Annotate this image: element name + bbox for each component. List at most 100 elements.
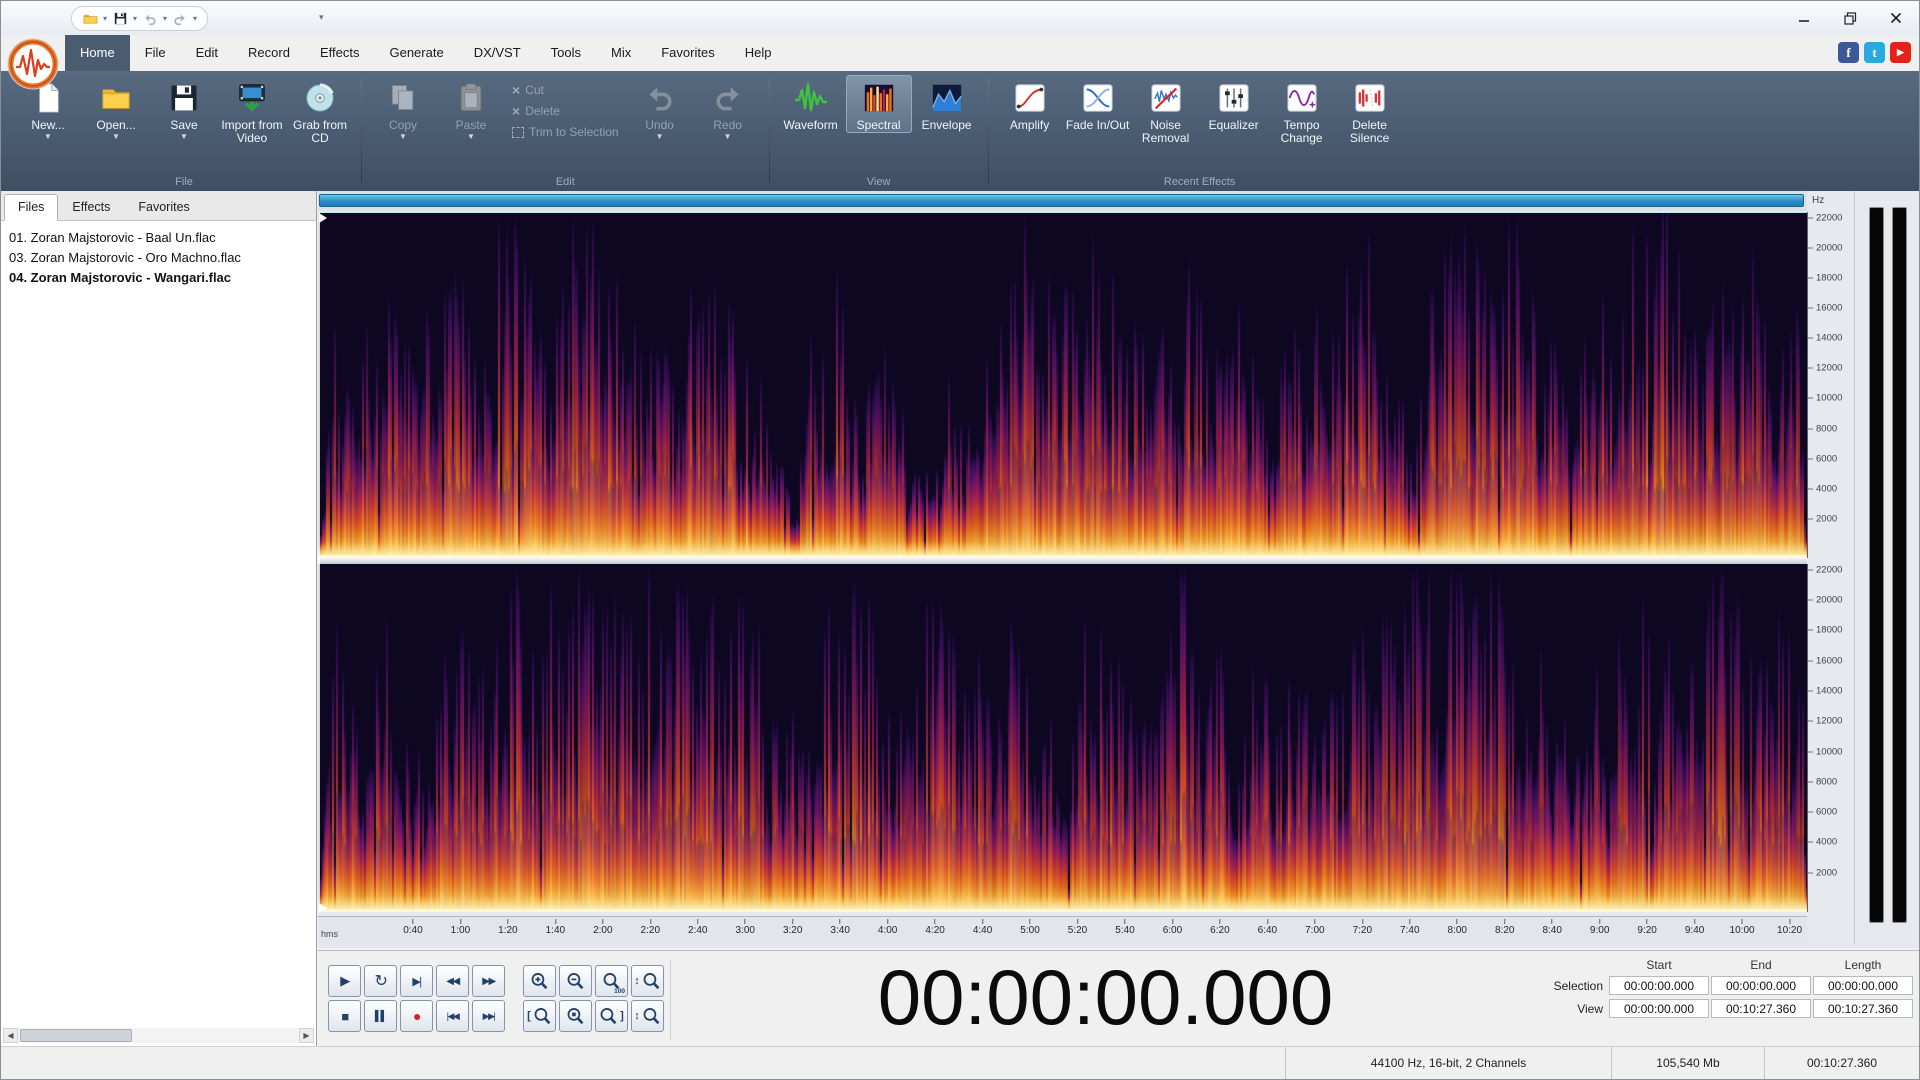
scrollbar-thumb[interactable] xyxy=(20,1029,132,1042)
menu-tab-generate[interactable]: Generate xyxy=(374,35,458,71)
close-button[interactable] xyxy=(1873,1,1919,35)
menu-tab-tools[interactable]: Tools xyxy=(536,35,596,71)
time-value-cell[interactable]: 00:00:00.000 xyxy=(1609,999,1709,1018)
time-ruler[interactable]: hms 0:40 1:00 1:20 1:40 2:00 2:20 2:40 3:00 3:20… xyxy=(318,916,1807,944)
file-panel: Files Effects Favorites 01. Zoran Majstoro… xyxy=(1,191,317,1046)
stop-button[interactable]: ■ xyxy=(328,1000,361,1032)
facebook-icon[interactable]: f xyxy=(1838,42,1859,63)
scroll-left-arrow-icon[interactable]: ◀ xyxy=(3,1028,18,1043)
menu-tab-record[interactable]: Record xyxy=(233,35,305,71)
envelope-view-button[interactable]: Envelope xyxy=(914,75,980,133)
time-value-cell[interactable]: 00:00:00.000 xyxy=(1711,976,1811,995)
redo-icon[interactable] xyxy=(172,11,188,27)
rewind-icon: ◀◀ xyxy=(446,975,460,987)
youtube-icon[interactable]: ▶ xyxy=(1890,42,1911,63)
time-value-cell[interactable]: 00:10:27.360 xyxy=(1813,999,1913,1018)
time-tick: 10:00 xyxy=(1730,919,1755,936)
redo-button[interactable]: Redo ▼ xyxy=(695,75,761,142)
spectrogram-left-canvas[interactable] xyxy=(318,213,1807,558)
record-icon: ● xyxy=(413,1008,421,1024)
restore-button[interactable] xyxy=(1827,1,1873,35)
pause-button[interactable]: ▌▌ xyxy=(364,1000,397,1032)
menu-tab-favorites[interactable]: Favorites xyxy=(646,35,729,71)
copy-button[interactable]: Copy ▼ xyxy=(370,75,436,142)
menu-tab-effects[interactable]: Effects xyxy=(305,35,375,71)
delete-button[interactable]: × Delete xyxy=(512,104,619,118)
panel-divider xyxy=(670,959,671,1040)
menu-tab-file[interactable]: File xyxy=(130,35,181,71)
zoom-selection-start-button[interactable]: [ xyxy=(523,1000,556,1032)
spectrogram-right-canvas[interactable] xyxy=(318,564,1807,912)
fade-in-out-button[interactable]: Fade In/Out xyxy=(1065,75,1131,133)
cut-button[interactable]: × Cut xyxy=(512,83,619,97)
open-button[interactable]: Open... ▼ xyxy=(83,75,149,142)
menu-tab-home[interactable]: Home xyxy=(65,35,130,71)
dropdown-caret-icon[interactable]: ▾ xyxy=(133,14,137,23)
record-button[interactable]: ● xyxy=(400,1000,433,1032)
play-button[interactable]: ▶ xyxy=(328,965,361,997)
seek-strip xyxy=(318,191,1807,211)
panel-tab-effects[interactable]: Effects xyxy=(58,194,124,221)
trim-to-selection-button[interactable]: Trim to Selection xyxy=(512,125,619,139)
time-value-cell[interactable]: 00:00:00.000 xyxy=(1813,976,1913,995)
menu-tab-edit[interactable]: Edit xyxy=(181,35,233,71)
playhead-marker-icon[interactable] xyxy=(319,213,327,223)
file-list-item[interactable]: 01. Zoran Majstorovic - Baal Un.flac xyxy=(1,227,316,247)
paste-button[interactable]: Paste ▼ xyxy=(438,75,504,142)
import-from-video-button[interactable]: Import from Video xyxy=(219,75,285,146)
dropdown-caret-icon[interactable]: ▾ xyxy=(103,14,107,23)
position-marker-icon[interactable] xyxy=(319,903,327,913)
zoom-vertical-out-button[interactable]: ↕ xyxy=(631,1000,664,1032)
fast-forward-button[interactable]: ▶▶ xyxy=(472,965,505,997)
time-value-cell[interactable]: 00:00:00.000 xyxy=(1609,976,1709,995)
scroll-right-arrow-icon[interactable]: ▶ xyxy=(299,1028,314,1043)
zoom-selection-end-button[interactable]: ] xyxy=(595,1000,628,1032)
menu-tab-dx-vst[interactable]: DX/VST xyxy=(459,35,536,71)
undo-icon[interactable] xyxy=(142,11,158,27)
button-label: Paste xyxy=(455,118,487,132)
panel-tab-files[interactable]: Files xyxy=(4,194,59,221)
twitter-icon[interactable]: t xyxy=(1864,42,1885,63)
menu-tab-help[interactable]: Help xyxy=(730,35,787,71)
zoom-to-selection-button[interactable] xyxy=(559,1000,592,1032)
go-to-start-button[interactable]: |◀◀ xyxy=(436,1000,469,1032)
menu-tab-mix[interactable]: Mix xyxy=(596,35,646,71)
undo-icon xyxy=(641,79,679,117)
zoom-in-button[interactable] xyxy=(523,965,556,997)
amplify-icon xyxy=(1011,79,1049,117)
time-tick: 4:40 xyxy=(973,919,992,936)
panel-tab-favorites[interactable]: Favorites xyxy=(124,194,203,221)
save-icon[interactable] xyxy=(112,11,128,27)
equalizer-button[interactable]: Equalizer xyxy=(1201,75,1267,133)
spectral-view-button[interactable]: Spectral xyxy=(845,75,912,133)
zoom-out-button[interactable] xyxy=(559,965,592,997)
frequency-tick: 8000 xyxy=(1808,423,1837,434)
play-to-end-button[interactable]: ▶| xyxy=(400,965,433,997)
time-value-cell[interactable]: 00:10:27.360 xyxy=(1711,999,1811,1018)
horizontal-scrollbar[interactable]: ◀ ▶ xyxy=(3,1028,314,1043)
open-folder-icon[interactable] xyxy=(82,11,98,27)
time-tick: 6:00 xyxy=(1163,919,1182,936)
save-button[interactable]: Save ▼ xyxy=(151,75,217,142)
file-list-item[interactable]: 03. Zoran Majstorovic - Oro Machno.flac xyxy=(1,247,316,267)
dropdown-caret-icon[interactable]: ▾ xyxy=(193,14,197,23)
tempo-change-button[interactable]: Tempo Change xyxy=(1269,75,1335,146)
noise-removal-button[interactable]: Noise Removal xyxy=(1133,75,1199,146)
undo-button[interactable]: Undo ▼ xyxy=(627,75,693,142)
waveform-view-button[interactable]: Waveform xyxy=(778,75,844,133)
customize-toolbar-caret-icon[interactable]: ▾ xyxy=(319,12,324,23)
loop-playback-button[interactable]: ↻ xyxy=(364,965,397,997)
amplify-button[interactable]: Amplify xyxy=(997,75,1063,133)
grab-from-cd-button[interactable]: Grab from CD xyxy=(287,75,353,146)
go-to-end-button[interactable]: ▶▶| xyxy=(472,1000,505,1032)
seek-bar[interactable] xyxy=(319,194,1804,207)
rewind-button[interactable]: ◀◀ xyxy=(436,965,469,997)
playhead-line xyxy=(318,212,320,912)
minimize-button[interactable] xyxy=(1781,1,1827,35)
zoom-vertical-in-button[interactable]: ↕ xyxy=(631,965,664,997)
file-list-item[interactable]: 04. Zoran Majstorovic - Wangari.flac xyxy=(1,267,316,287)
dropdown-caret-icon[interactable]: ▾ xyxy=(163,14,167,23)
go-to-start-icon: |◀◀ xyxy=(446,1010,460,1021)
zoom-normal-button[interactable]: 100 xyxy=(595,965,628,997)
delete-silence-button[interactable]: Delete Silence xyxy=(1337,75,1403,146)
